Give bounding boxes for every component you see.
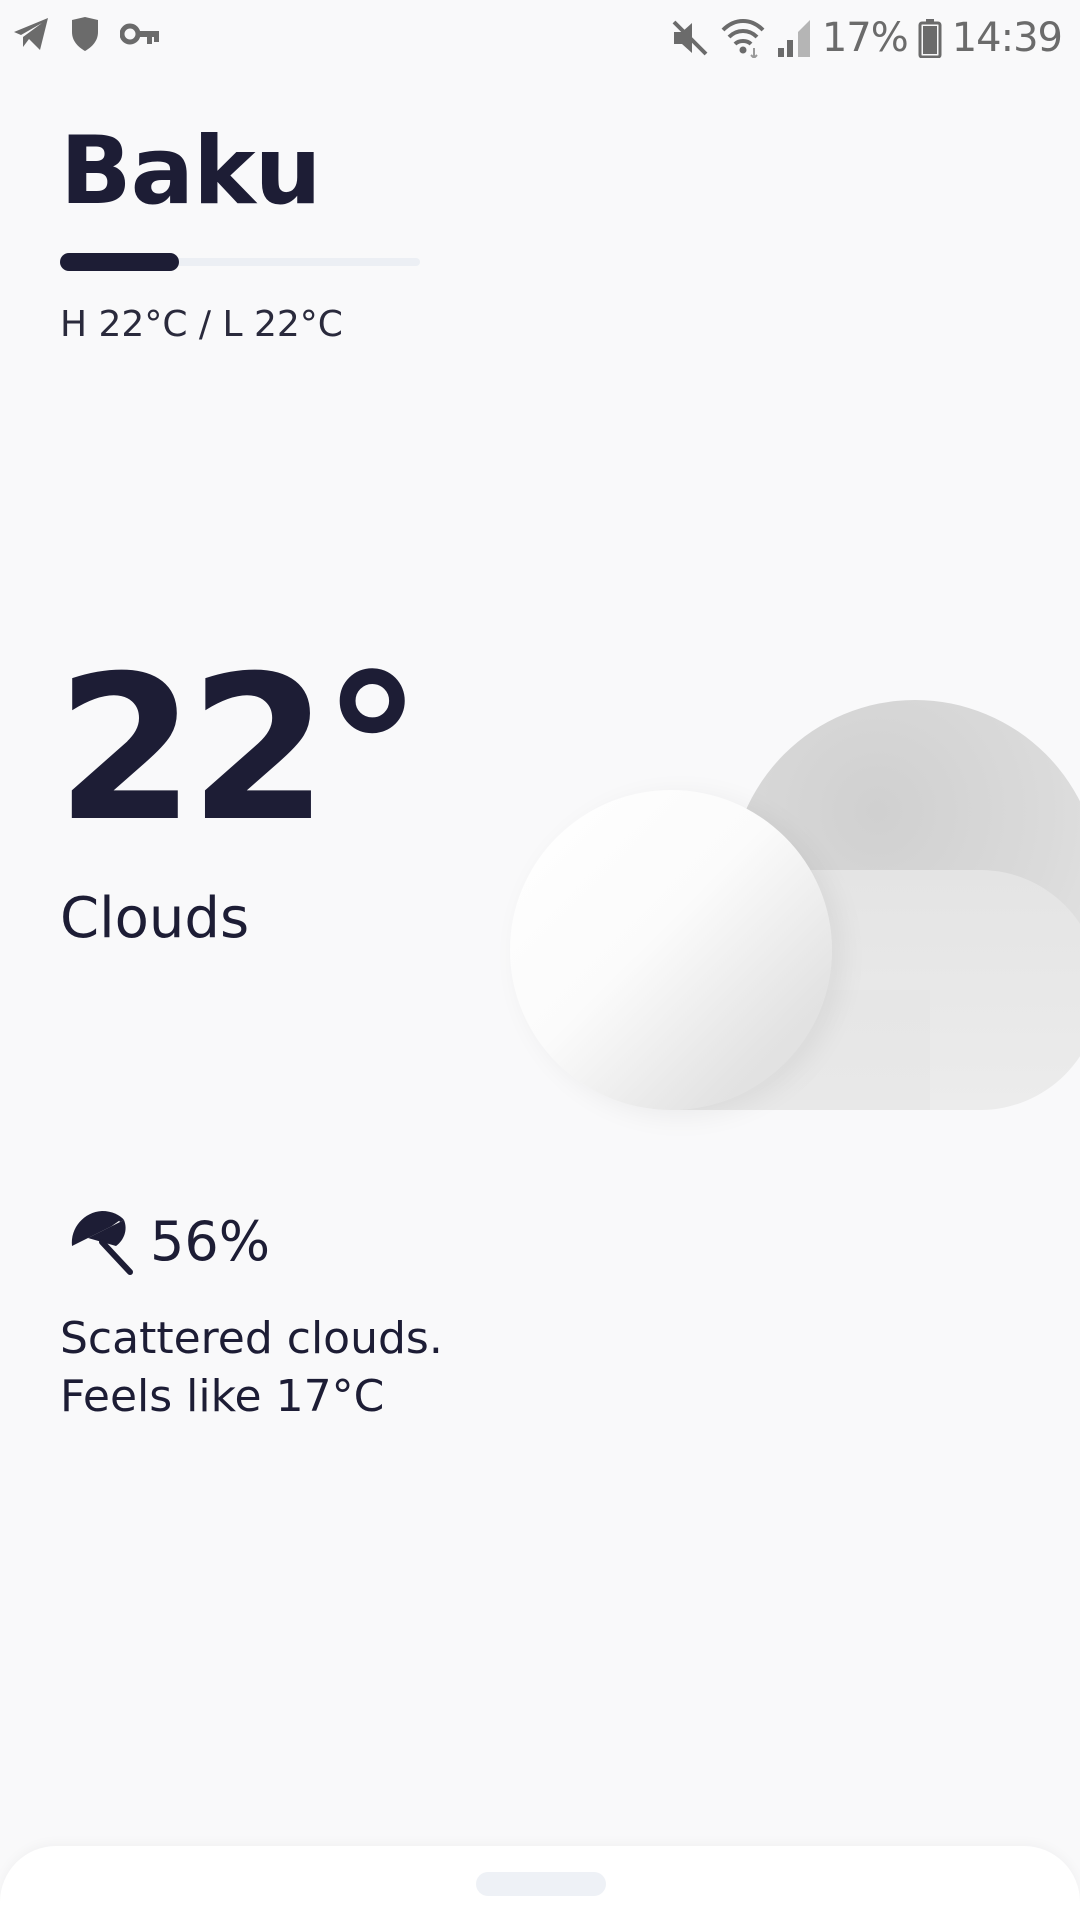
status-left-icons — [12, 16, 160, 52]
status-right-icons: 17% 14:39 — [670, 10, 1063, 66]
key-icon — [120, 16, 160, 52]
weather-screen: 17% 14:39 Baku H 22°C / L 22°C 22° Cloud… — [0, 0, 1080, 1920]
clock: 14:39 — [951, 15, 1063, 61]
description-line-2: Feels like 17°C — [60, 1371, 385, 1422]
telegram-icon — [12, 16, 50, 52]
description-line-1: Scattered clouds. — [60, 1313, 443, 1364]
precipitation-value: 56% — [150, 1209, 271, 1273]
precipitation-row: 56% — [66, 1206, 270, 1276]
day-progress-fill — [60, 253, 179, 271]
signal-icon — [776, 18, 812, 58]
cloud-front-puff — [510, 790, 832, 1110]
bottom-sheet-handle[interactable] — [476, 1872, 606, 1896]
mute-icon — [670, 18, 710, 58]
battery-percent: 17% — [821, 15, 909, 61]
weather-condition: Clouds — [60, 886, 250, 951]
wifi-icon — [720, 18, 766, 58]
shield-icon — [70, 16, 100, 52]
weather-description: Scattered clouds. Feels like 17°C — [60, 1310, 760, 1426]
bottom-sheet[interactable] — [0, 1846, 1080, 1920]
battery-icon — [918, 18, 942, 58]
cloud-illustration — [500, 690, 1080, 1120]
current-temperature: 22° — [56, 633, 422, 866]
status-bar: 17% 14:39 — [0, 0, 1080, 76]
high-low-temperature: H 22°C / L 22°C — [60, 304, 343, 345]
day-progress-bar — [60, 253, 420, 271]
umbrella-icon — [66, 1206, 136, 1276]
city-name: Baku — [60, 117, 322, 226]
